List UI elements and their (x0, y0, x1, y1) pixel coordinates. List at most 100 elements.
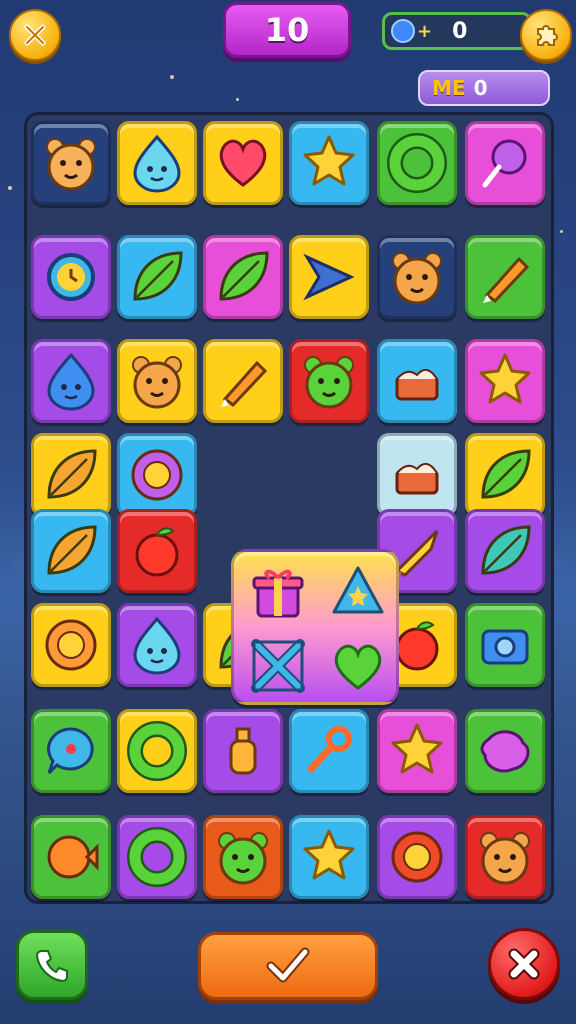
board-tile[interactable] (289, 121, 369, 205)
board-tile[interactable] (289, 235, 369, 319)
pencil-icon (483, 256, 530, 304)
gold-star-icon (479, 353, 531, 404)
me-counter: ME 0 (418, 70, 550, 106)
gift-icon (252, 569, 304, 618)
plus-icon: + (417, 20, 433, 42)
pear-icon (47, 449, 97, 499)
blue-arrow-icon (303, 253, 355, 301)
board-tile[interactable] (465, 709, 545, 793)
board-tile[interactable] (31, 433, 111, 517)
blue-blob-icon (133, 134, 181, 193)
clock-icon (47, 253, 95, 301)
green-leaf-icon (481, 449, 531, 499)
board-tile[interactable] (377, 235, 457, 319)
apple-icon (135, 527, 179, 577)
triangle-star-icon (332, 566, 384, 614)
gem-counter-value: 0 (452, 18, 468, 44)
cancel-button[interactable] (488, 928, 560, 1000)
green-ring-icon (387, 133, 447, 193)
board-tile[interactable] (117, 121, 197, 205)
green-kite-icon (219, 251, 269, 301)
gem-icon (391, 19, 415, 43)
board-tile[interactable] (465, 339, 545, 423)
purple-lollipop-icon (482, 139, 527, 188)
close-icon (508, 948, 540, 980)
teal-leaf-icon (481, 525, 531, 575)
cake-icon (395, 462, 439, 495)
board-tile[interactable] (289, 709, 369, 793)
green-monster-icon (304, 356, 354, 409)
board-tile[interactable] (117, 235, 197, 319)
camera-icon (481, 629, 529, 665)
star-dot (560, 230, 563, 233)
water-drop-icon (47, 352, 95, 411)
board-tile[interactable] (377, 339, 457, 423)
close-button[interactable] (9, 9, 61, 61)
board-tile[interactable] (117, 815, 197, 899)
board-tile[interactable] (465, 121, 545, 205)
red-sun-icon (391, 831, 443, 883)
board-tile[interactable] (465, 603, 545, 687)
paint-brush-icon (221, 360, 268, 408)
phone-icon (35, 950, 68, 983)
score-display: 10 (223, 2, 351, 58)
board-tile[interactable] (377, 433, 457, 517)
board-tile[interactable] (377, 709, 457, 793)
heart-creature-icon (219, 139, 267, 187)
confirm-button[interactable] (198, 932, 378, 1000)
board-tile[interactable] (31, 709, 111, 793)
orange-bear-icon (132, 356, 182, 409)
board-tile[interactable] (377, 121, 457, 205)
bear-face-icon (392, 252, 442, 305)
board-tile[interactable] (465, 235, 545, 319)
game-board (24, 112, 554, 904)
top-bar: 10 + 0 ME 0 (0, 0, 576, 110)
bear-face-icon (480, 832, 530, 885)
call-button[interactable] (16, 930, 88, 1000)
board-tile[interactable] (31, 509, 111, 593)
board-tile[interactable] (31, 603, 111, 687)
green-cat-icon (218, 832, 268, 885)
star-dot (8, 186, 12, 190)
board-tile[interactable] (31, 815, 111, 899)
board-tile[interactable] (31, 121, 111, 205)
board-tile[interactable] (289, 815, 369, 899)
board-tile[interactable] (377, 815, 457, 899)
purple-flower-icon (131, 449, 183, 501)
board-tile[interactable] (203, 121, 283, 205)
feather-icon (47, 525, 97, 575)
tiger-face-icon (46, 138, 96, 191)
board-tile[interactable] (203, 339, 283, 423)
board-tile[interactable] (117, 339, 197, 423)
bottle-icon (229, 727, 257, 775)
board-tile[interactable] (203, 815, 283, 899)
board-tile[interactable] (117, 603, 197, 687)
board-tile[interactable] (465, 815, 545, 899)
sun-flower-icon (45, 619, 97, 671)
special-combo-tile[interactable] (231, 549, 399, 705)
board-tile[interactable] (117, 433, 197, 517)
board-tile[interactable] (117, 709, 197, 793)
board-tile[interactable] (465, 433, 545, 517)
board-tile[interactable] (117, 509, 197, 593)
gold-star-icon (303, 135, 355, 186)
close-icon (24, 24, 46, 46)
board-tile[interactable] (31, 235, 111, 319)
puzzle-button[interactable] (520, 9, 572, 61)
score-value: 10 (264, 11, 310, 49)
board-tile[interactable] (289, 339, 369, 423)
board-tile[interactable] (465, 509, 545, 593)
blue-ghost-icon (133, 616, 181, 675)
gold-star-icon (303, 829, 355, 880)
key-icon (307, 726, 352, 773)
cupcake-icon (395, 368, 439, 401)
leaf-brush-icon (133, 251, 183, 301)
me-label: ME (432, 76, 466, 100)
orange-fish-icon (47, 835, 99, 879)
puzzle-icon (537, 25, 558, 46)
purple-splat-icon (480, 730, 530, 773)
board-tile[interactable] (203, 709, 283, 793)
gem-counter: + 0 (382, 12, 532, 50)
board-tile[interactable] (31, 339, 111, 423)
board-tile[interactable] (203, 235, 283, 319)
